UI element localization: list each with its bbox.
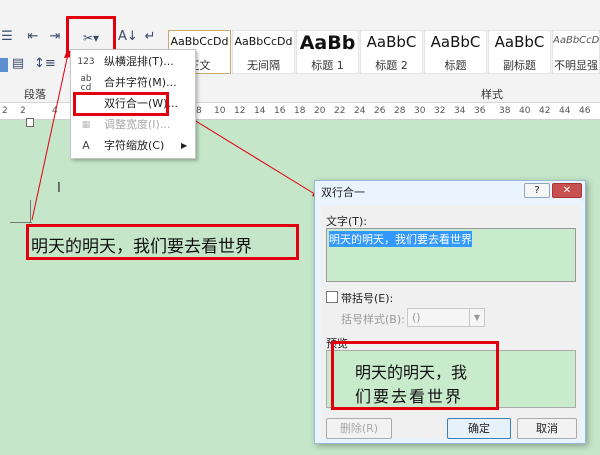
menu-item-vertical-horizontal[interactable]: 123 纵横混排(T)... bbox=[71, 52, 195, 72]
bracket-style-select: () ▼ bbox=[407, 308, 485, 327]
bracket-checkbox[interactable] bbox=[326, 291, 338, 303]
character-scaling-icon: A bbox=[82, 139, 90, 152]
help-button[interactable]: ? bbox=[524, 183, 550, 198]
menu-item-label: 调整宽度(I)... bbox=[104, 118, 171, 131]
menu-item-label: 合并字符(M)... bbox=[104, 76, 177, 89]
cancel-button[interactable]: 取消 bbox=[517, 418, 577, 439]
text-field-value: 明天的明天，我们要去看世界 bbox=[329, 231, 472, 247]
chevron-down-icon: ▼ bbox=[469, 309, 484, 326]
dialog-title: 双行合一 bbox=[321, 186, 365, 199]
bracket-label: 带括号(E): bbox=[341, 292, 394, 305]
bracket-style-value: () bbox=[412, 311, 421, 324]
text-label: 文字(T): bbox=[326, 215, 368, 228]
text-field[interactable]: 明天的明天，我们要去看世界 bbox=[326, 228, 576, 282]
menu-item-label: 字符缩放(C) bbox=[104, 139, 165, 152]
delete-button: 删除(R) bbox=[326, 418, 392, 439]
preview-highlight bbox=[331, 341, 499, 410]
menu-item-combine-characters[interactable]: ab cd 合并字符(M)... bbox=[71, 73, 195, 93]
ok-button[interactable]: 确定 bbox=[447, 418, 511, 439]
submenu-arrow-icon: ▶ bbox=[181, 141, 188, 150]
menu-item-fit-text: ▦ 调整宽度(I)... bbox=[71, 115, 195, 135]
menu-item-label: 纵横混排(T)... bbox=[104, 55, 174, 68]
menu-item-character-scaling[interactable]: A 字符缩放(C) ▶ bbox=[71, 136, 195, 156]
fit-text-icon: ▦ bbox=[81, 120, 91, 130]
combine-characters-icon: ab cd bbox=[80, 74, 92, 93]
bracket-style-label: 括号样式(B): bbox=[341, 313, 405, 326]
close-button[interactable]: ✕ bbox=[552, 183, 582, 198]
arrow-line bbox=[31, 53, 69, 221]
two-lines-in-one-highlight bbox=[73, 92, 169, 116]
vertical-horizontal-icon: 123 bbox=[77, 57, 95, 67]
